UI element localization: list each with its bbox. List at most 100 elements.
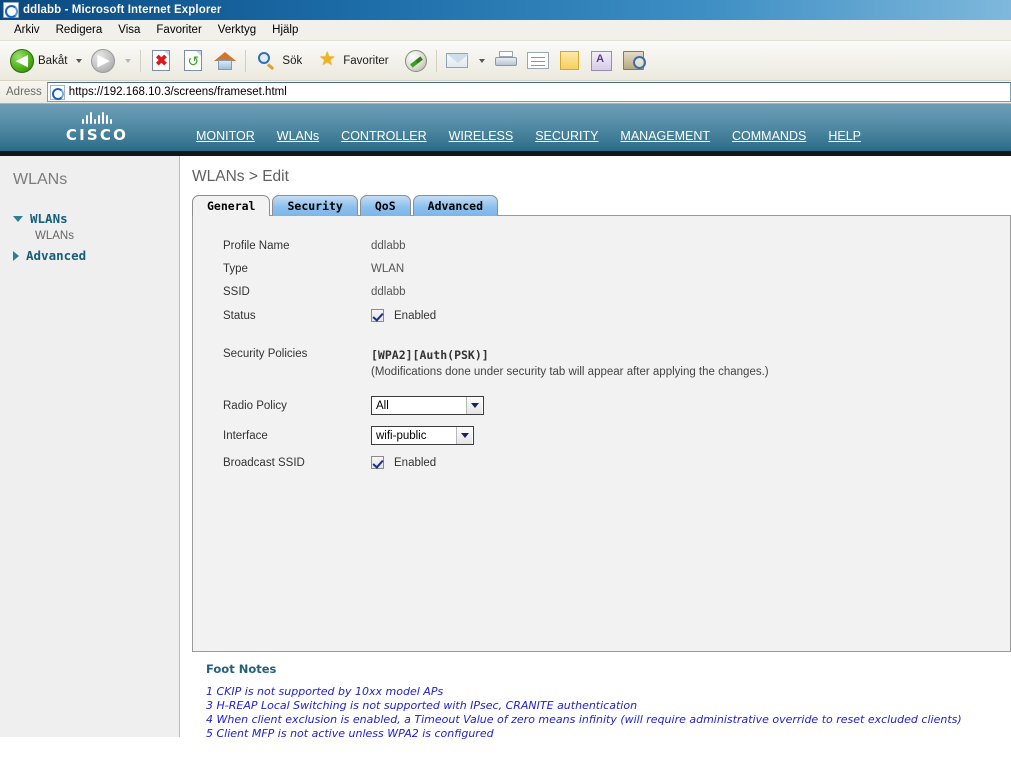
- address-label: Adress: [6, 86, 42, 98]
- nav-controller[interactable]: CONTROLLER: [330, 129, 437, 151]
- menu-visa[interactable]: Visa: [110, 22, 148, 38]
- address-input[interactable]: https://192.168.10.3/screens/frameset.ht…: [46, 82, 1011, 102]
- mail-icon: [444, 48, 470, 74]
- back-dropdown-icon[interactable]: [76, 58, 83, 63]
- menu-redigera[interactable]: Redigera: [48, 22, 111, 38]
- footnote-line: 1 CKIP is not supported by 10xx model AP…: [206, 685, 444, 698]
- field-profile-name: Profile Name ddlabb: [223, 240, 1010, 252]
- print-button[interactable]: [490, 45, 522, 77]
- tab-general[interactable]: General: [192, 195, 271, 216]
- nav-management[interactable]: MANAGEMENT: [609, 129, 721, 151]
- tab-security[interactable]: Security: [272, 195, 358, 216]
- history-icon: [403, 48, 429, 74]
- security-policies-label: Security Policies: [223, 348, 308, 360]
- nav-help[interactable]: HELP: [817, 129, 872, 151]
- broadcast-ssid-checkbox[interactable]: [371, 456, 384, 469]
- address-bar: Adress https://192.168.10.3/screens/fram…: [0, 81, 1011, 104]
- menu-favoriter[interactable]: Favoriter: [148, 22, 209, 38]
- mail-button[interactable]: [441, 45, 473, 77]
- notes-icon: [557, 48, 583, 74]
- security-policies-value: [WPA2][Auth(PSK)]: [371, 348, 489, 362]
- interface-label: Interface: [223, 429, 268, 442]
- nav-management-label: MANAGEMENT: [620, 129, 711, 143]
- menu-arkiv[interactable]: Arkiv: [6, 22, 48, 38]
- broadcast-ssid-label: Broadcast SSID: [223, 456, 305, 469]
- favorites-label: Favoriter: [343, 54, 389, 67]
- field-ssid: SSID ddlabb: [223, 286, 1010, 298]
- status-checkbox[interactable]: [371, 309, 384, 322]
- back-label: Bakåt: [38, 54, 68, 67]
- home-button[interactable]: [209, 45, 241, 77]
- cisco-header: CISCO MONITOR WLANs CONTROLLER WIRELESS …: [0, 104, 1011, 156]
- favorites-button[interactable]: ★ Favoriter: [311, 45, 391, 77]
- nav-security[interactable]: SECURITY: [524, 129, 609, 151]
- cisco-wordmark: CISCO: [65, 126, 129, 144]
- field-interface: Interface wifi-public: [223, 426, 1010, 445]
- type-value: WLAN: [371, 263, 405, 275]
- search-button[interactable]: Sök: [250, 45, 305, 77]
- ie-document-icon: [3, 2, 19, 18]
- ssid-label: SSID: [223, 286, 250, 298]
- nav-help-label: HELP: [828, 129, 861, 143]
- browser-toolbar: ◀ Bakåt ▶ ✖ ↺ Sök ★ Favoriter: [0, 41, 1011, 81]
- window-title: ddlabb - Microsoft Internet Explorer: [23, 4, 222, 16]
- sidebar-group-advanced[interactable]: Advanced: [0, 244, 179, 265]
- interface-selected-value: wifi-public: [376, 429, 427, 442]
- forward-dropdown-icon: [125, 58, 132, 63]
- sidebar-group-wlans[interactable]: WLANs: [0, 207, 179, 228]
- menubar: Arkiv Redigera Visa Favoriter Verktyg Hj…: [0, 20, 1011, 41]
- chevron-down-icon[interactable]: [466, 397, 482, 414]
- nav-wlans[interactable]: WLANs: [266, 129, 330, 156]
- refresh-button[interactable]: ↺: [177, 45, 209, 77]
- mail-dropdown-icon[interactable]: [478, 58, 485, 63]
- tab-qos[interactable]: QoS: [359, 195, 411, 216]
- stop-button[interactable]: ✖: [145, 45, 177, 77]
- field-security-policies: Security Policies [WPA2][Auth(PSK)] (Mod…: [223, 348, 1010, 378]
- ssid-value: ddlabb: [371, 286, 406, 298]
- toolbar-separator: [140, 49, 142, 72]
- nav-wireless[interactable]: WIRELESS: [438, 129, 525, 151]
- messenger-icon: [589, 48, 615, 74]
- nav-controller-label: CONTROLLER: [341, 129, 427, 143]
- breadcrumb: WLANs > Edit: [192, 168, 289, 185]
- chevron-down-icon[interactable]: [456, 427, 472, 444]
- favorites-star-icon: ★: [318, 48, 336, 70]
- broadcast-ssid-checkbox-label: Enabled: [394, 456, 437, 469]
- field-status: Status Enabled: [223, 309, 1010, 322]
- research-button[interactable]: [618, 45, 650, 77]
- history-button[interactable]: [400, 45, 432, 77]
- footnotes-section: Foot Notes 1 CKIP is not supported by 10…: [192, 652, 1011, 741]
- search-label: Sök: [282, 54, 303, 67]
- radio-policy-select[interactable]: All: [371, 396, 484, 415]
- interface-select[interactable]: wifi-public: [371, 426, 474, 445]
- back-button[interactable]: ◀ Bakåt: [6, 45, 70, 77]
- field-type: Type WLAN: [223, 263, 1010, 275]
- nav-monitor-label: MONITOR: [196, 129, 255, 143]
- chevron-right-icon: [13, 250, 19, 261]
- menu-verktyg[interactable]: Verktyg: [210, 22, 264, 38]
- address-url-text: https://192.168.10.3/screens/frameset.ht…: [68, 86, 287, 98]
- menu-hjalp[interactable]: Hjälp: [264, 22, 306, 38]
- tab-advanced[interactable]: Advanced: [412, 195, 499, 216]
- radio-policy-selected-value: All: [376, 399, 389, 412]
- edit-button[interactable]: [522, 45, 554, 77]
- stop-icon: ✖: [148, 48, 174, 74]
- footnote-line: 4 When client exclusion is enabled, a Ti…: [206, 713, 962, 726]
- forward-icon: ▶: [90, 48, 116, 74]
- main-navigation: MONITOR WLANs CONTROLLER WIRELESS SECURI…: [185, 104, 872, 156]
- messenger-button[interactable]: [586, 45, 618, 77]
- notes-button[interactable]: [554, 45, 586, 77]
- wlan-general-form: Profile Name ddlabb Type WLAN SSID ddlab…: [193, 216, 1010, 469]
- nav-monitor[interactable]: MONITOR: [185, 129, 266, 151]
- tab-bar: General Security QoS Advanced: [192, 194, 1011, 216]
- window-titlebar: ddlabb - Microsoft Internet Explorer: [0, 0, 1011, 20]
- radio-policy-label: Radio Policy: [223, 399, 287, 412]
- sidebar-item-wlans[interactable]: WLANs: [0, 228, 179, 244]
- page-favicon: [49, 84, 65, 100]
- nav-commands[interactable]: COMMANDS: [721, 129, 817, 151]
- cisco-bridge-icon: [57, 112, 137, 124]
- status-checkbox-label: Enabled: [394, 309, 437, 322]
- nav-wireless-label: WIRELESS: [448, 129, 514, 143]
- nav-wlans-label: WLANs: [276, 129, 320, 143]
- chevron-down-icon: [13, 215, 23, 222]
